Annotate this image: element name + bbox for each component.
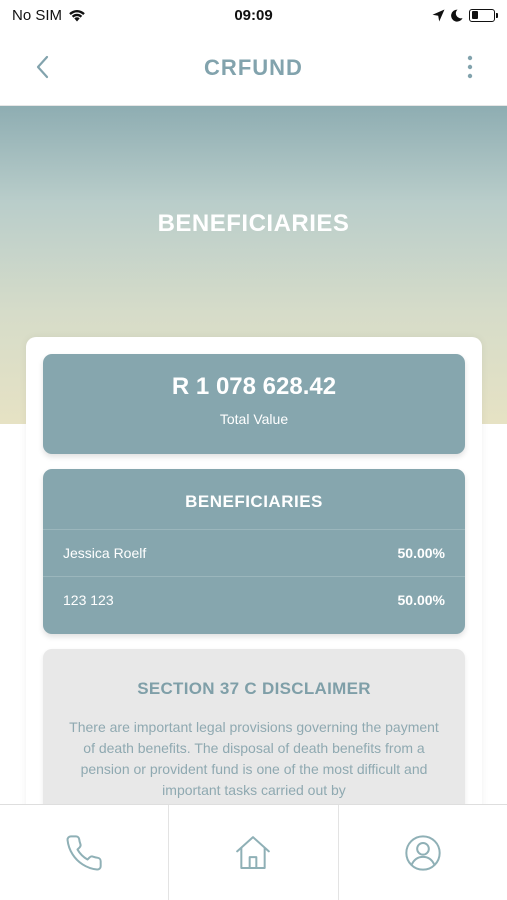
beneficiary-percent: 50.00% xyxy=(397,545,445,561)
carrier-label: No SIM xyxy=(12,6,63,24)
beneficiary-percent: 50.00% xyxy=(397,591,445,608)
moon-icon xyxy=(451,9,463,22)
total-label: Total Value xyxy=(219,411,289,427)
nav-bar: CRFUND xyxy=(0,30,507,106)
disclaimer-text: There are important legal provisions gov… xyxy=(69,719,439,798)
more-options-button[interactable] xyxy=(463,52,477,82)
battery-icon xyxy=(469,8,498,22)
beneficiary-name: Jessica Roelf xyxy=(63,545,147,561)
tab-home[interactable] xyxy=(168,805,337,900)
status-right xyxy=(432,8,498,22)
page-title: CRFUND xyxy=(204,54,303,80)
beneficiary-row[interactable]: 123 123 50.00% xyxy=(43,576,465,622)
tab-profile[interactable] xyxy=(337,805,507,900)
wifi-icon xyxy=(69,9,85,21)
more-vertical-icon xyxy=(467,55,473,79)
location-arrow-icon xyxy=(432,9,445,21)
total-value-card: R 1 078 628.42 Total Value xyxy=(43,354,465,454)
phone-icon xyxy=(66,834,102,871)
tab-bar xyxy=(0,804,507,900)
battery-level xyxy=(471,11,478,19)
home-icon xyxy=(236,835,271,869)
disclaimer-title: SECTION 37 C DISCLAIMER xyxy=(137,679,371,698)
beneficiary-row[interactable]: Jessica Roelf 50.00% xyxy=(43,530,465,576)
beneficiaries-title: BENEFICIARIES xyxy=(43,469,465,530)
tab-phone[interactable] xyxy=(0,805,168,900)
content-card: R 1 078 628.42 Total Value BENEFICIARIES… xyxy=(26,337,482,849)
back-button[interactable] xyxy=(28,52,56,82)
beneficiaries-card: BENEFICIARIES Jessica Roelf 50.00% 123 1… xyxy=(43,469,465,634)
status-left: No SIM xyxy=(12,7,86,24)
hero-title: BENEFICIARIES xyxy=(157,210,350,237)
beneficiary-name: 123 123 xyxy=(63,591,114,608)
total-amount: R 1 078 628.42 xyxy=(171,373,337,400)
status-bar: No SIM 09:09 xyxy=(0,0,507,30)
user-profile-icon xyxy=(405,834,441,871)
chevron-left-icon xyxy=(36,55,49,79)
